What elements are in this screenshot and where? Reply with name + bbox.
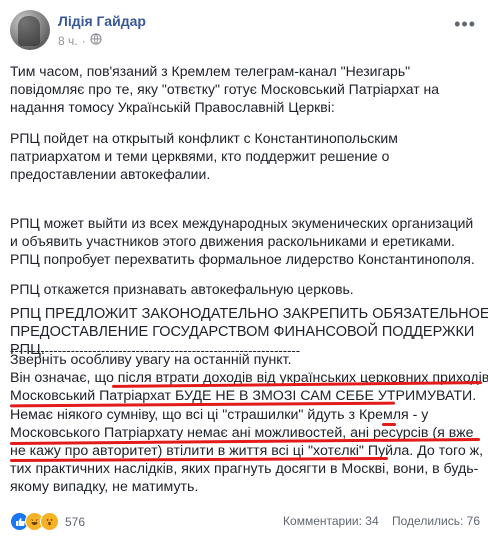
shares-count[interactable]: Поделились: 76 [392, 514, 480, 528]
author-name[interactable]: Лідія Гайдар [58, 13, 146, 29]
paragraph-leadership: РПЦ попробует перехватить формальное лид… [10, 251, 475, 267]
reactions-summary[interactable]: 576 [10, 512, 85, 531]
paragraph-ecumenical: РПЦ может выйти из всех международных эк… [10, 215, 474, 249]
more-options-button[interactable]: ••• [454, 14, 476, 35]
paragraph-recognition: РПЦ откажется признавать автокефальную ц… [10, 281, 354, 297]
post-header: Лідія Гайдар 8 ч. · ••• [10, 10, 480, 54]
post-footer: 576 Комментарии: 34 Поделились: 76 [10, 509, 480, 534]
red-underline [382, 423, 396, 426]
reaction-count[interactable]: 576 [65, 515, 85, 529]
avatar[interactable] [10, 10, 50, 50]
comments-count[interactable]: Комментарии: 34 [283, 514, 379, 528]
paragraph-intro: Тим часом, пов'язаний з Кремлем телеграм… [10, 63, 440, 115]
wow-reaction-icon [40, 512, 59, 531]
post-stats: Комментарии: 34 Поделились: 76 [283, 514, 480, 528]
post-time[interactable]: 8 ч. [58, 34, 78, 48]
globe-icon [89, 33, 102, 48]
post-meta: 8 ч. · [58, 33, 102, 48]
paragraph-commentary: Зверніть особливу увагу на останній пунк… [10, 352, 488, 496]
paragraph-conflict: РПЦ пойдет на открытый конфликт с Конста… [10, 130, 398, 182]
